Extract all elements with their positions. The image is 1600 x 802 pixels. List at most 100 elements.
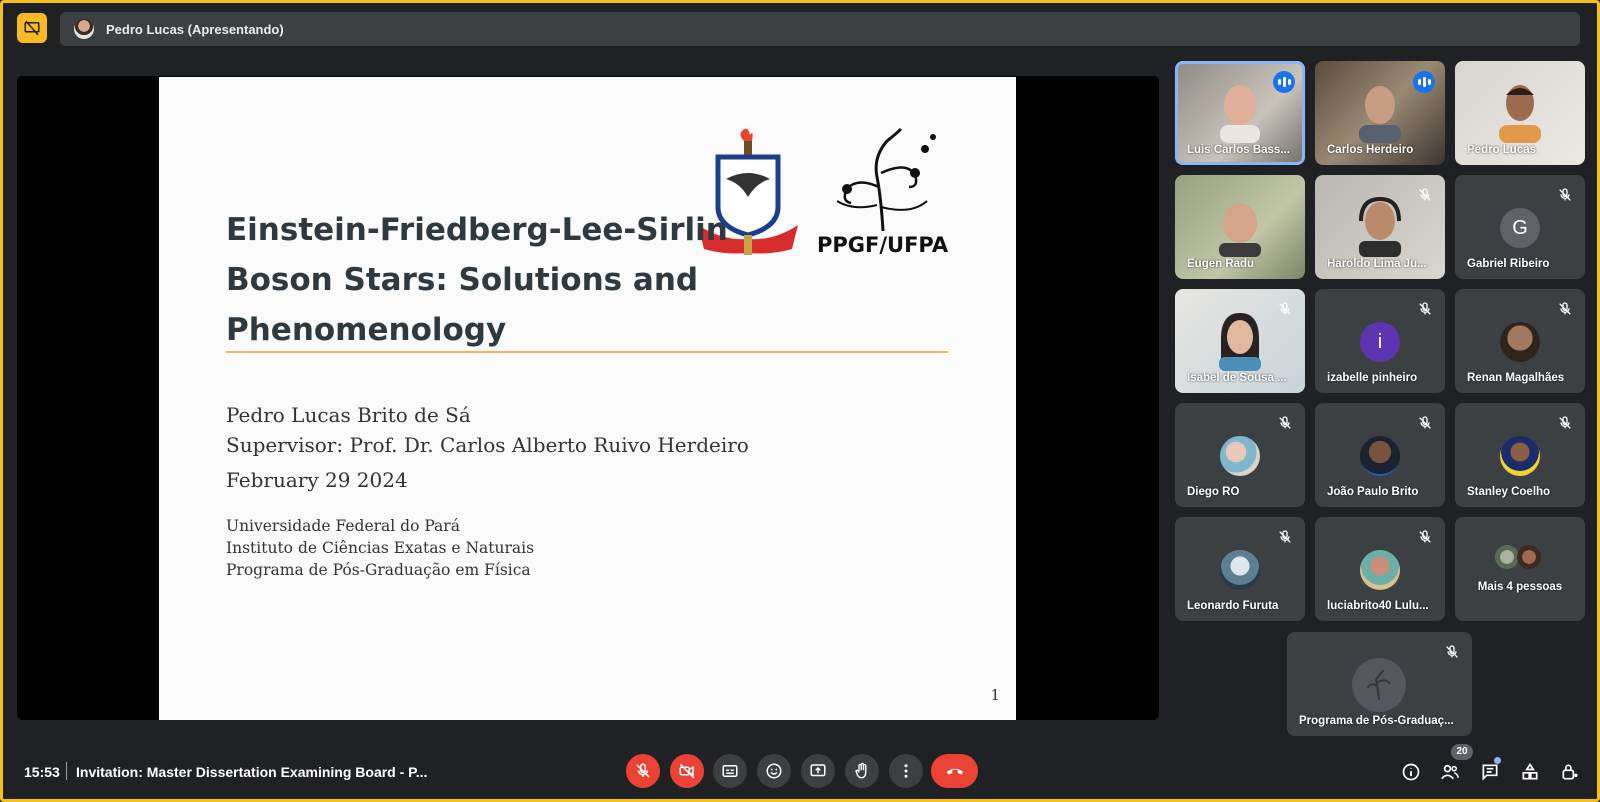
present-now-button[interactable]	[801, 754, 835, 788]
lock-person-icon	[1562, 764, 1578, 780]
participant-name: Leonardo Furuta	[1187, 600, 1279, 612]
captions-button[interactable]	[713, 754, 747, 788]
participant-avatar	[1220, 550, 1260, 590]
participant-tile[interactable]: Eugen Radu	[1175, 175, 1305, 279]
slide-page-number: 1	[990, 686, 1000, 704]
camera-toggle-button[interactable]	[670, 754, 704, 788]
mic-off-icon	[1279, 416, 1291, 429]
more-participants-tile[interactable]: Mais 4 pessoas	[1455, 517, 1585, 621]
people-icon	[1441, 764, 1460, 780]
participant-name: Gabriel Ribeiro	[1467, 258, 1550, 270]
participant-tile[interactable]: G Gabriel Ribeiro	[1455, 175, 1585, 279]
participant-name: Isabel de Sousa ...	[1187, 372, 1287, 384]
hang-up-icon	[946, 768, 963, 775]
slide-title-line2: Boson Stars: Solutions and Phenomenology	[226, 262, 699, 348]
participant-video-icon	[1359, 86, 1401, 143]
participant-name: Diego RO	[1187, 486, 1240, 498]
leave-call-button[interactable]	[931, 754, 978, 788]
participant-tile[interactable]: Pedro Lucas	[1455, 61, 1585, 165]
emoji-icon	[766, 763, 782, 779]
participant-tile[interactable]: Leonardo Furuta	[1175, 517, 1305, 621]
slide-divider	[226, 351, 948, 353]
participant-tile[interactable]: Carlos Herdeiro	[1315, 61, 1445, 165]
slide-institution-program: Programa de Pós-Graduação em Física	[226, 561, 531, 579]
slide-institution-university: Universidade Federal do Pará	[226, 517, 460, 535]
stop-presenting-icon[interactable]	[17, 13, 47, 43]
slide-institution-institute: Instituto de Ciências Exatas e Naturais	[226, 539, 535, 557]
participant-name: luciabrito40 Lulu...	[1327, 600, 1429, 612]
mic-off-icon	[636, 763, 650, 778]
participant-tile[interactable]: Luis Carlos Bass...	[1175, 61, 1305, 165]
participant-name: Renan Magalhães	[1467, 372, 1565, 384]
participant-avatar	[1360, 436, 1400, 476]
participant-avatar	[1500, 436, 1540, 476]
participant-tile[interactable]: Diego RO	[1175, 403, 1305, 507]
people-button[interactable]	[1438, 760, 1462, 784]
mic-off-icon	[1419, 530, 1431, 543]
chat-icon	[1482, 764, 1498, 781]
present-screen-icon	[810, 764, 826, 777]
info-icon	[1402, 763, 1420, 781]
more-vert-icon	[904, 764, 908, 778]
slide: PPGF/UFPA Einstein-Friedberg-Lee-Sirlin …	[159, 77, 1016, 720]
participant-name: Programa de Pós-Graduaç...	[1299, 715, 1454, 727]
speaking-indicator-icon	[1413, 71, 1435, 93]
slide-author: Pedro Lucas Brito de Sá	[226, 403, 471, 427]
tree-logo-icon	[1367, 669, 1391, 701]
participant-name: Pedro Lucas	[1467, 144, 1537, 156]
participant-name: João Paulo Brito	[1327, 486, 1419, 498]
participant-video-icon	[1220, 85, 1260, 143]
participant-count-badge: 20	[1451, 744, 1473, 760]
participant-avatar	[1517, 545, 1541, 569]
participant-avatar	[1500, 322, 1540, 362]
participant-tile[interactable]: Isabel de Sousa ...	[1175, 289, 1305, 393]
participant-name: Carlos Herdeiro	[1327, 144, 1414, 156]
mic-off-icon	[1559, 302, 1571, 315]
participant-video-icon	[1499, 85, 1541, 143]
participant-avatar	[1220, 436, 1260, 476]
presenter-label: Pedro Lucas (Apresentando)	[106, 21, 284, 37]
participant-video-icon	[1219, 203, 1261, 257]
participant-tile[interactable]: Haroldo Lima Ju...	[1315, 175, 1445, 279]
captions-icon	[722, 765, 738, 777]
presenter-banner: Pedro Lucas (Apresentando)	[60, 12, 1580, 46]
camera-off-icon	[679, 763, 695, 779]
participant-tile[interactable]: Stanley Coelho	[1455, 403, 1585, 507]
activities-icon	[1522, 762, 1538, 780]
bottom-separator	[66, 762, 67, 780]
participant-avatar	[1360, 550, 1400, 590]
participant-avatar	[1352, 658, 1406, 712]
participant-tile[interactable]: Programa de Pós-Graduaç...	[1287, 632, 1472, 736]
mic-toggle-button[interactable]	[626, 754, 660, 788]
mic-off-icon	[1279, 530, 1291, 543]
participant-tile[interactable]: João Paulo Brito	[1315, 403, 1445, 507]
host-controls-button[interactable]	[1558, 760, 1582, 784]
participant-tile[interactable]: Renan Magalhães	[1455, 289, 1585, 393]
participant-avatar: G	[1500, 208, 1540, 248]
raise-hand-button[interactable]	[845, 754, 879, 788]
mic-off-icon	[1279, 302, 1291, 315]
participant-name: Luis Carlos Bass...	[1187, 144, 1290, 156]
raise-hand-icon	[855, 762, 867, 779]
mic-off-icon	[1559, 188, 1571, 201]
mic-off-icon	[1419, 188, 1431, 201]
slide-title-line1: Einstein-Friedberg-Lee-Sirlin	[226, 212, 728, 248]
slide-supervisor: Supervisor: Prof. Dr. Carlos Alberto Rui…	[226, 433, 749, 457]
participant-tile[interactable]: luciabrito40 Lulu...	[1315, 517, 1445, 621]
presenter-avatar	[74, 19, 94, 39]
activities-button[interactable]	[1518, 760, 1542, 784]
mic-off-icon	[1559, 416, 1571, 429]
speaking-indicator-icon	[1273, 71, 1295, 93]
slide-title: Einstein-Friedberg-Lee-Sirlin Boson Star…	[226, 205, 926, 355]
participant-avatar: i	[1360, 322, 1400, 362]
participant-avatar	[1495, 545, 1519, 569]
participant-name: Eugen Radu	[1187, 258, 1255, 270]
meeting-title[interactable]: Invitation: Master Dissertation Examinin…	[76, 764, 427, 780]
more-participants-label: Mais 4 pessoas	[1477, 581, 1563, 593]
chat-notification-dot	[1494, 757, 1501, 764]
emoji-reaction-button[interactable]	[757, 754, 791, 788]
more-options-button[interactable]	[889, 754, 923, 788]
participant-tile[interactable]: i izabelle pinheiro	[1315, 289, 1445, 393]
participant-video-icon	[1219, 313, 1261, 371]
meeting-details-button[interactable]	[1399, 760, 1423, 784]
